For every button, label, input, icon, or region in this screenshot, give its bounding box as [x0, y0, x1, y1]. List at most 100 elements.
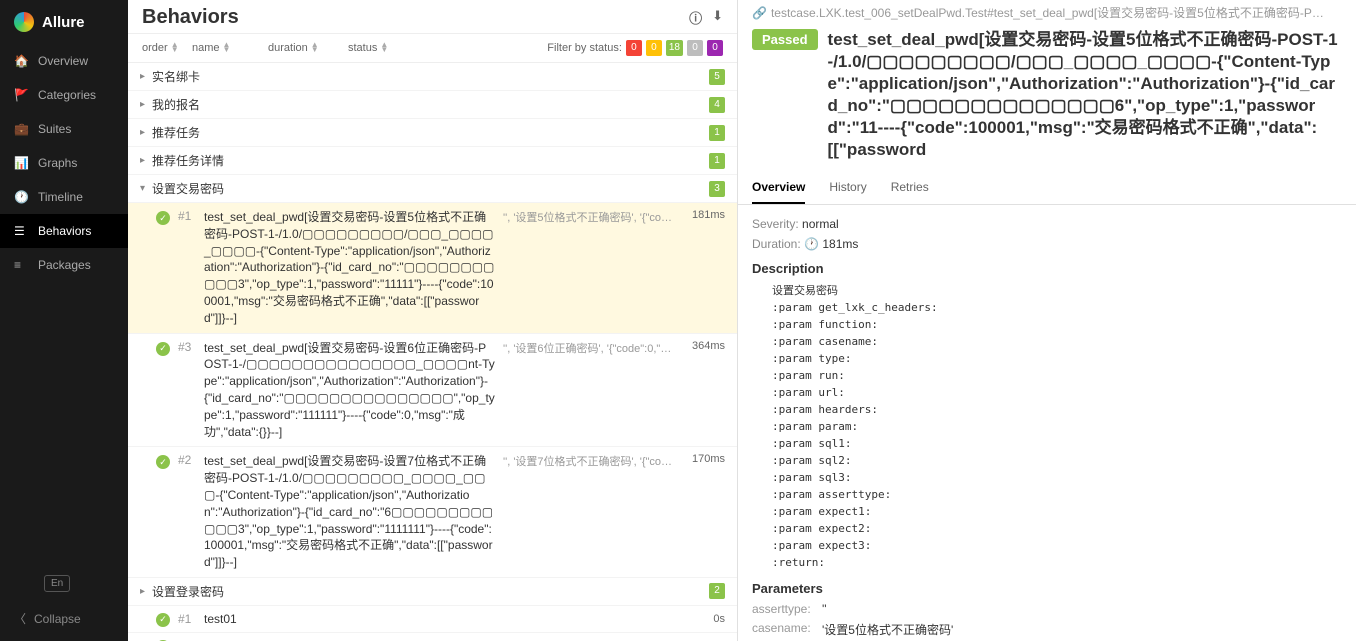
param-key: asserttype: — [752, 602, 822, 616]
parameters-list: asserttype:''casename:'设置5位格式不正确密码'expec… — [752, 602, 1342, 641]
test-index: #2 — [178, 453, 196, 571]
status-filter: Filter by status: 0 0 18 0 0 — [547, 40, 723, 56]
chevron-right-icon: ▸ — [140, 99, 152, 110]
group-row[interactable]: ▸推荐任务1 — [128, 119, 737, 147]
detail-panel: 🔗testcase.LXK.test_006_setDealPwd.Test#t… — [738, 0, 1356, 641]
tab-overview[interactable]: Overview — [752, 174, 805, 204]
test-name: test_set_deal_pwd[设置交易密码-设置5位格式不正确密码-POS… — [204, 209, 495, 327]
detail-title: test_set_deal_pwd[设置交易密码-设置5位格式不正确密码-POS… — [828, 29, 1342, 162]
nav-categories[interactable]: 🚩Categories — [0, 78, 128, 112]
sort-icon: ▲▼ — [380, 43, 388, 53]
clock-icon: 🕐 — [14, 190, 28, 204]
nav-timeline[interactable]: 🕐Timeline — [0, 180, 128, 214]
nav-packages[interactable]: ≡Packages — [0, 248, 128, 282]
test-duration: 170ms — [681, 453, 725, 571]
count-badge: 4 — [709, 97, 725, 113]
test-row[interactable]: ✓ #1 test01 0s — [128, 606, 737, 633]
sort-icon: ▲▼ — [311, 43, 319, 53]
breadcrumb[interactable]: 🔗testcase.LXK.test_006_setDealPwd.Test#t… — [738, 0, 1356, 21]
download-icon[interactable]: ⬇ — [712, 8, 723, 27]
test-row[interactable]: ✓ #2 test_set_deal_pwd[设置交易密码-设置7位格式不正确密… — [128, 447, 737, 578]
count-badge: 2 — [709, 583, 725, 599]
nav-behaviors[interactable]: ☰Behaviors — [0, 214, 128, 248]
passed-icon: ✓ — [156, 613, 170, 627]
severity-value: normal — [802, 217, 839, 231]
count-badge: 1 — [709, 153, 725, 169]
col-name[interactable]: name▲▼ — [192, 42, 272, 54]
test-snippet: '', '设置7位格式不正确密码', '{"code":… — [503, 453, 673, 571]
status-badge: Passed — [752, 29, 818, 50]
col-duration[interactable]: duration▲▼ — [268, 42, 348, 54]
group-row[interactable]: ▾设置交易密码3 — [128, 175, 737, 203]
sidebar: Allure 🏠Overview 🚩Categories 💼Suites 📊Gr… — [0, 0, 128, 641]
test-index: #1 — [178, 209, 196, 327]
description-heading: Description — [752, 261, 1342, 276]
filter-passed[interactable]: 18 — [666, 40, 683, 56]
chevron-right-icon: ▸ — [140, 155, 152, 166]
layers-icon: ≡ — [14, 258, 28, 272]
severity-label: Severity: — [752, 217, 799, 231]
table-header: order▲▼ name▲▼ duration▲▼ status▲▼ Filte… — [128, 33, 737, 63]
param-row: casename:'设置5位格式不正确密码' — [752, 621, 1342, 638]
param-value: '设置5位格式不正确密码' — [822, 621, 953, 638]
test-snippet: '', '设置6位正确密码', '{"code":0,"msg":… — [503, 340, 673, 441]
page-title: Behaviors — [142, 6, 239, 29]
test-duration: 0s — [681, 613, 725, 625]
home-icon: 🏠 — [14, 54, 28, 68]
count-badge: 1 — [709, 125, 725, 141]
test-row[interactable]: ✓ #1 test_set_deal_pwd[设置交易密码-设置5位格式不正确密… — [128, 203, 737, 334]
chevron-right-icon: ▸ — [140, 586, 152, 597]
test-row[interactable]: ✓ #2 test01 1ms — [128, 633, 737, 641]
col-order[interactable]: order▲▼ — [142, 42, 192, 54]
test-name: test_set_deal_pwd[设置交易密码-设置6位正确密码-POST-1… — [204, 340, 495, 441]
parameters-heading: Parameters — [752, 581, 1342, 596]
duration-value: 181ms — [822, 237, 858, 251]
tab-history[interactable]: History — [829, 174, 866, 204]
param-value: '' — [822, 602, 827, 616]
chevron-down-icon: ▾ — [140, 183, 152, 194]
behaviors-panel: Behaviors ⓘ ⬇ order▲▼ name▲▼ duration▲▼ … — [128, 0, 738, 641]
tab-retries[interactable]: Retries — [891, 174, 929, 204]
detail-tabs: Overview History Retries — [738, 174, 1356, 205]
group-row[interactable]: ▸设置登录密码2 — [128, 578, 737, 606]
group-row[interactable]: ▸推荐任务详情1 — [128, 147, 737, 175]
brand-text: Allure — [42, 14, 85, 31]
description-text: 设置交易密码 :param get_lxk_c_headers: :param … — [772, 282, 1342, 572]
filter-skipped[interactable]: 0 — [687, 40, 703, 56]
language-toggle[interactable]: En — [44, 575, 70, 592]
link-icon: 🔗 — [752, 6, 767, 20]
count-badge: 3 — [709, 181, 725, 197]
collapse-sidebar[interactable]: 〈Collapse — [14, 610, 114, 627]
clock-icon: 🕐 — [804, 237, 819, 251]
col-status[interactable]: status▲▼ — [348, 42, 408, 54]
test-duration: 181ms — [681, 209, 725, 327]
param-key: casename: — [752, 621, 822, 638]
count-badge: 5 — [709, 69, 725, 85]
sort-icon: ▲▼ — [223, 43, 231, 53]
test-row[interactable]: ✓ #3 test_set_deal_pwd[设置交易密码-设置6位正确密码-P… — [128, 334, 737, 448]
nav-overview[interactable]: 🏠Overview — [0, 44, 128, 78]
filter-failed[interactable]: 0 — [626, 40, 642, 56]
test-snippet: '', '设置5位格式不正确密码', '{"code":10… — [503, 209, 673, 327]
list-icon: ☰ — [14, 224, 28, 238]
test-index: #1 — [178, 612, 196, 626]
passed-icon: ✓ — [156, 211, 170, 225]
group-row[interactable]: ▸实名绑卡5 — [128, 63, 737, 91]
logo[interactable]: Allure — [0, 0, 128, 44]
test-name: test_set_deal_pwd[设置交易密码-设置7位格式不正确密码-POS… — [204, 453, 495, 571]
briefcase-icon: 💼 — [14, 122, 28, 136]
flag-icon: 🚩 — [14, 88, 28, 102]
nav-graphs[interactable]: 📊Graphs — [0, 146, 128, 180]
nav-suites[interactable]: 💼Suites — [0, 112, 128, 146]
test-duration: 364ms — [681, 340, 725, 441]
test-index: #3 — [178, 340, 196, 441]
filter-broken[interactable]: 0 — [646, 40, 662, 56]
duration-label: Duration: — [752, 237, 801, 251]
chevron-left-icon: 〈 — [14, 610, 26, 627]
test-name: test01 — [204, 612, 673, 626]
filter-unknown[interactable]: 0 — [707, 40, 723, 56]
group-row[interactable]: ▸我的报名4 — [128, 91, 737, 119]
info-icon[interactable]: ⓘ — [689, 8, 702, 27]
chevron-right-icon: ▸ — [140, 127, 152, 138]
test-tree: ▸实名绑卡5 ▸我的报名4 ▸推荐任务1 ▸推荐任务详情1 ▾设置交易密码3 ✓… — [128, 63, 737, 641]
